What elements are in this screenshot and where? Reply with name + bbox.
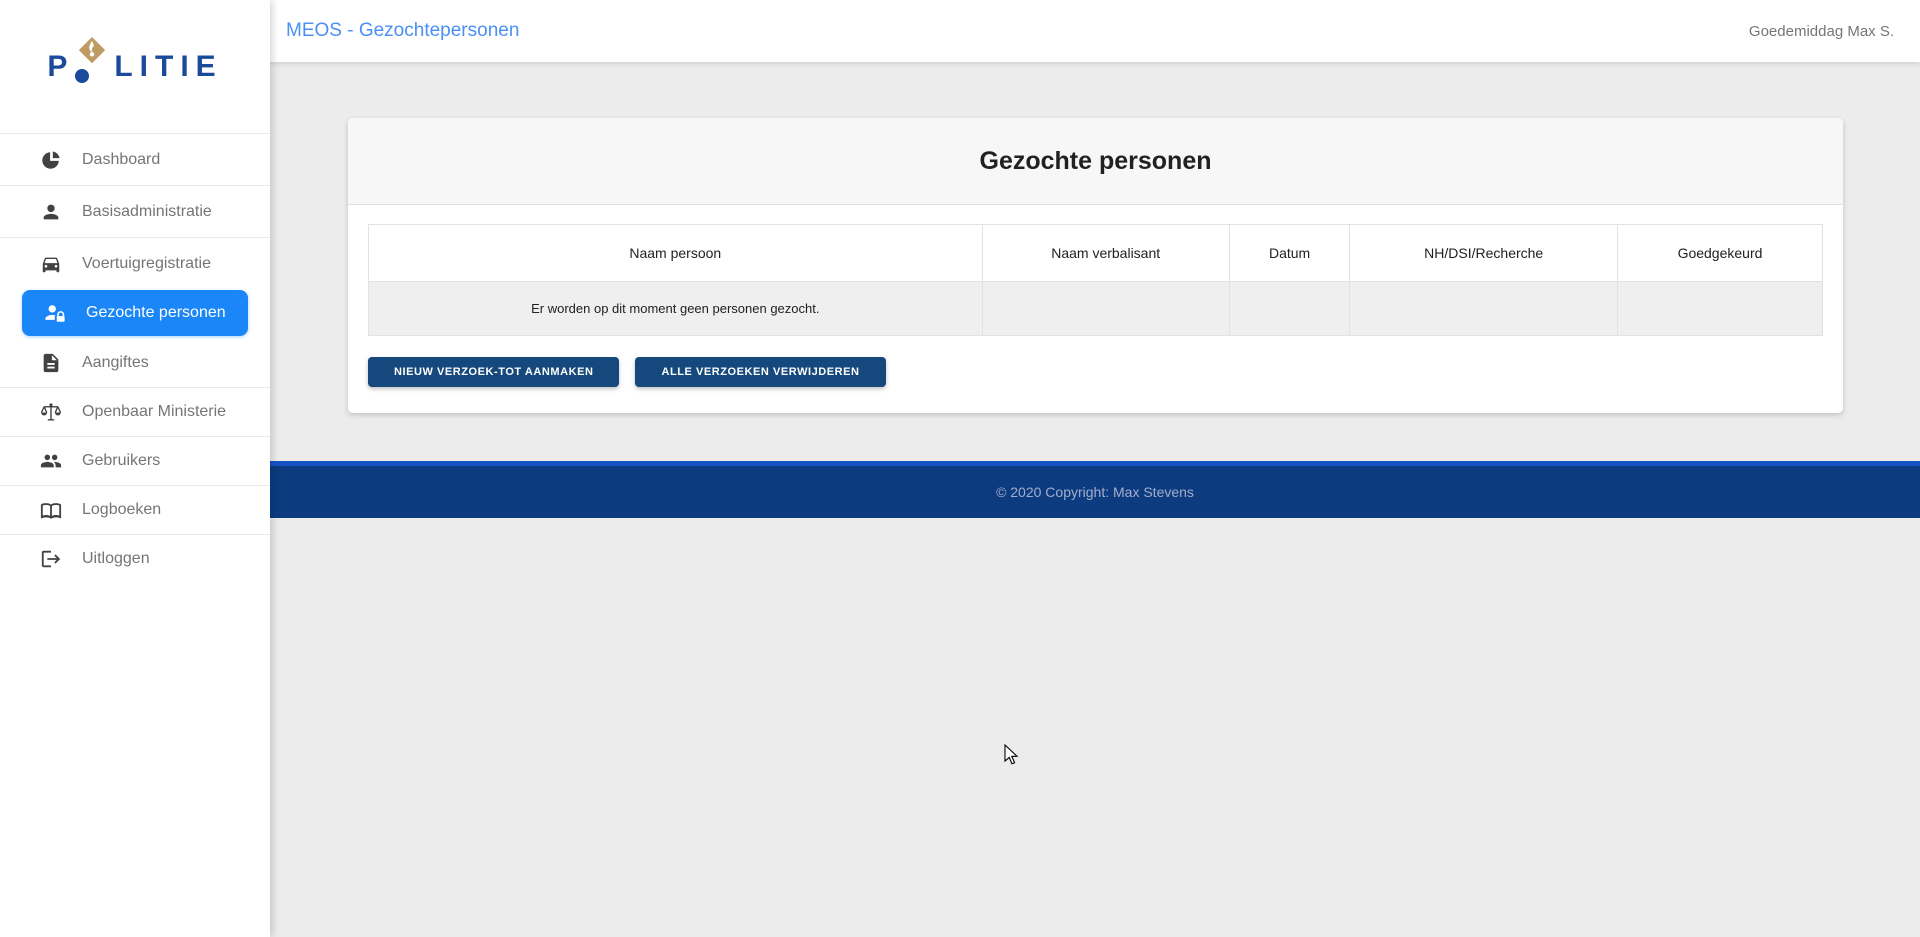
politie-flame-emblem-icon — [75, 60, 107, 84]
sidebar: P LITIE — [0, 0, 270, 937]
column-header-naam-verbalisant: Naam verbalisant — [982, 225, 1229, 282]
sidebar-item-label: Logboeken — [82, 501, 161, 519]
sidebar-item-uitloggen[interactable]: Uitloggen — [0, 534, 270, 583]
sidebar-item-label: Gebruikers — [82, 452, 160, 470]
wanted-persons-card: Gezochte personen Naam persoon Naam verb… — [348, 118, 1843, 413]
person-lock-icon — [44, 302, 66, 324]
copyright-text: © 2020 Copyright: Max Stevens — [996, 484, 1194, 500]
user-greeting: Goedemiddag Max S. — [1749, 23, 1894, 40]
sidebar-item-gebruikers[interactable]: Gebruikers — [0, 436, 270, 485]
car-icon — [40, 253, 62, 275]
pie-chart-icon — [40, 149, 62, 171]
empty-cell — [982, 282, 1229, 336]
card-actions: NIEUW VERZOEK-TOT AANMAKEN ALLE VERZOEKE… — [368, 357, 1823, 387]
sidebar-item-voertuigregistratie[interactable]: Voertuigregistratie — [0, 237, 270, 289]
group-icon — [40, 450, 62, 472]
person-icon — [40, 201, 62, 223]
politie-logo[interactable]: P LITIE — [0, 0, 270, 133]
table-header-row: Naam persoon Naam verbalisant Datum NH/D… — [369, 225, 1823, 282]
scales-icon — [40, 401, 62, 423]
wanted-persons-table: Naam persoon Naam verbalisant Datum NH/D… — [368, 224, 1823, 336]
sidebar-item-aangiftes[interactable]: Aangiftes — [0, 338, 270, 387]
logo-text-after: LITIE — [114, 50, 222, 84]
column-header-goedgekeurd: Goedgekeurd — [1617, 225, 1822, 282]
empty-message-cell: Er worden op dit moment geen personen ge… — [369, 282, 983, 336]
card-body: Naam persoon Naam verbalisant Datum NH/D… — [348, 205, 1843, 413]
footer: © 2020 Copyright: Max Stevens — [270, 461, 1920, 518]
card-title: Gezochte personen — [980, 147, 1212, 176]
sidebar-item-label: Aangiftes — [82, 354, 149, 372]
sidebar-menu: Dashboard Basisadministratie Voertuigreg… — [0, 133, 270, 583]
table-empty-row: Er worden op dit moment geen personen ge… — [369, 282, 1823, 336]
flame-icon — [77, 34, 107, 68]
delete-all-requests-button[interactable]: ALLE VERZOEKEN VERWIJDEREN — [635, 357, 885, 387]
column-header-nh-dsi-recherche: NH/DSI/Recherche — [1350, 225, 1618, 282]
empty-cell — [1350, 282, 1618, 336]
column-header-naam-persoon: Naam persoon — [369, 225, 983, 282]
sidebar-item-gezochte-personen[interactable]: Gezochte personen — [22, 290, 248, 336]
sidebar-item-label: Basisadministratie — [82, 203, 212, 221]
empty-cell — [1229, 282, 1350, 336]
column-header-datum: Datum — [1229, 225, 1350, 282]
politie-logo-letters: P LITIE — [47, 50, 222, 84]
sidebar-item-label: Openbaar Ministerie — [82, 403, 226, 421]
sidebar-item-logboeken[interactable]: Logboeken — [0, 485, 270, 534]
sidebar-item-label: Dashboard — [82, 151, 160, 169]
page-title: MEOS - Gezochtepersonen — [286, 20, 519, 42]
sidebar-item-label: Gezochte personen — [86, 304, 226, 322]
card-header: Gezochte personen — [348, 118, 1843, 205]
sidebar-item-openbaar-ministerie[interactable]: Openbaar Ministerie — [0, 387, 270, 436]
sidebar-item-label: Voertuigregistratie — [82, 255, 211, 273]
sidebar-item-label: Uitloggen — [82, 550, 150, 568]
mouse-cursor — [1004, 744, 1021, 768]
document-icon — [40, 352, 62, 374]
app-window: P LITIE — [0, 0, 1920, 937]
logout-icon — [40, 548, 62, 570]
logo-o-ring — [75, 69, 89, 83]
open-book-icon — [40, 499, 62, 521]
logo-text-before: P — [47, 50, 74, 84]
top-header-bar: MEOS - Gezochtepersonen Goedemiddag Max … — [270, 0, 1920, 62]
sidebar-item-basisadministratie[interactable]: Basisadministratie — [0, 185, 270, 237]
empty-cell — [1617, 282, 1822, 336]
new-request-button[interactable]: NIEUW VERZOEK-TOT AANMAKEN — [368, 357, 619, 387]
sidebar-item-dashboard[interactable]: Dashboard — [0, 133, 270, 185]
